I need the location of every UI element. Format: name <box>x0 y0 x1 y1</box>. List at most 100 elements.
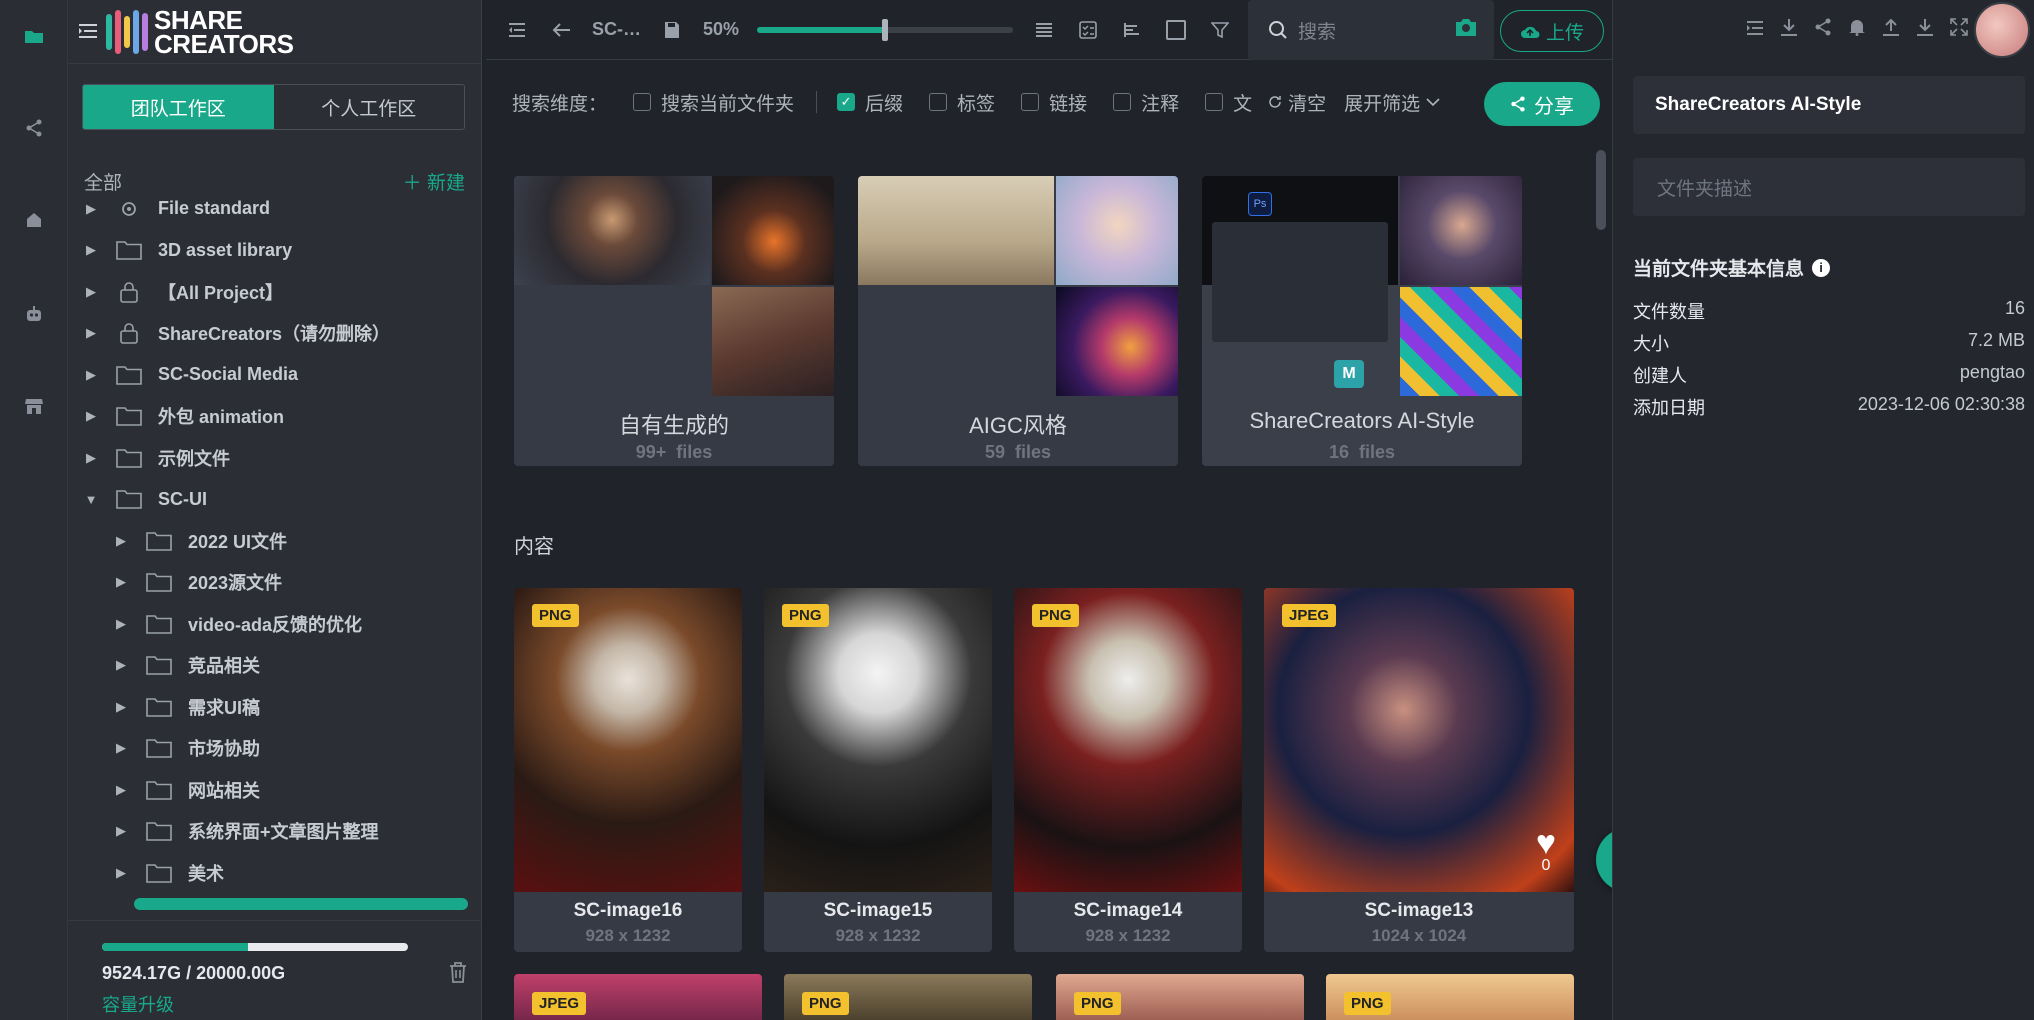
checkbox-icon[interactable] <box>1113 93 1132 111</box>
logo[interactable]: SHARE CREATORS <box>106 7 294 57</box>
store-icon[interactable] <box>16 388 52 424</box>
content-scrollbar[interactable] <box>1596 150 1606 230</box>
caret-right-icon[interactable]: ▶ <box>84 201 98 217</box>
robot-icon[interactable] <box>16 296 52 332</box>
tree-item[interactable]: ▶ 美术 <box>68 852 482 890</box>
tree-item[interactable]: ▶ 系统界面+文章图片整理 <box>68 811 482 853</box>
image-card[interactable]: PNG SC-image14 928 x 1232 <box>1014 588 1242 952</box>
checkbox-icon[interactable] <box>1205 93 1224 111</box>
tree-item[interactable]: ▶ 示例文件 <box>68 437 482 479</box>
tab-personal-workspace[interactable]: 个人工作区 <box>274 85 465 129</box>
camera-search-icon[interactable] <box>1454 17 1478 43</box>
new-folder-button[interactable]: ＋ 新建 <box>403 168 465 195</box>
caret-right-icon[interactable]: ▶ <box>114 657 128 673</box>
filter-checkbox[interactable]: 文 <box>1205 89 1252 116</box>
tree-item[interactable]: ▶ 3D asset library <box>68 230 482 272</box>
image-card[interactable]: JPEG ♥ 0 SC-image13 1024 x 1024 <box>1264 588 1574 952</box>
clear-filter-button[interactable]: 清空 <box>1268 89 1326 116</box>
fullscreen-icon[interactable] <box>1950 18 1968 42</box>
caret-right-icon[interactable]: ▶ <box>114 865 128 881</box>
frame-icon[interactable] <box>1163 19 1189 40</box>
folder-title[interactable]: ShareCreators AI-Style <box>1633 76 2025 134</box>
tab-team-workspace[interactable]: 团队工作区 <box>83 85 274 129</box>
tree-item[interactable]: ▶ ShareCreators（请勿删除） <box>68 313 482 355</box>
bell-icon[interactable] <box>1848 18 1866 42</box>
tree-item[interactable]: ▶ video-ada反馈的优化 <box>68 603 482 645</box>
upgrade-link[interactable]: 容量升级 <box>102 991 174 1017</box>
caret-right-icon[interactable]: ▶ <box>84 325 98 341</box>
align-icon[interactable] <box>1119 22 1145 38</box>
caret-right-icon[interactable]: ▶ <box>114 699 128 715</box>
image-card[interactable]: PNG SC-image16 928 x 1232 <box>514 588 742 952</box>
image-card[interactable]: PNG <box>1056 974 1304 1020</box>
back-arrow-icon[interactable] <box>548 22 574 38</box>
filter-checkbox[interactable]: 标签 <box>929 89 995 116</box>
caret-right-icon[interactable]: ▶ <box>84 367 98 383</box>
zoom-slider-handle[interactable] <box>882 18 889 41</box>
tree-item[interactable]: ▶ 市场协助 <box>68 728 482 770</box>
caret-right-icon[interactable]: ▶ <box>84 450 98 466</box>
tree-item[interactable]: ▶ 外包 animation <box>68 396 482 438</box>
expand-filter-button[interactable]: 展开筛选 <box>1344 89 1440 116</box>
upload-button[interactable]: 上传 <box>1500 10 1604 52</box>
trash-icon[interactable] <box>448 961 468 989</box>
caret-down-icon[interactable]: ▼ <box>84 492 98 507</box>
caret-right-icon[interactable]: ▶ <box>114 740 128 756</box>
caret-right-icon[interactable]: ▶ <box>114 533 128 549</box>
caret-right-icon[interactable]: ▶ <box>114 574 128 590</box>
tree-item[interactable]: ▶ File standard <box>68 200 482 230</box>
filter-icon[interactable] <box>1207 21 1233 39</box>
caret-right-icon[interactable]: ▶ <box>114 823 128 839</box>
breadcrumb[interactable]: SC-… <box>592 19 641 40</box>
tree-scrollbar[interactable] <box>134 898 468 910</box>
share-button[interactable]: 分享 <box>1484 82 1600 126</box>
filter-checkbox[interactable]: 链接 <box>1021 89 1087 116</box>
tree-item[interactable]: ▼ SC-UI <box>68 479 482 521</box>
share-icon[interactable] <box>16 110 52 146</box>
share-icon[interactable] <box>1814 18 1832 42</box>
tree-item[interactable]: ▶ 【All Project】 <box>68 271 482 313</box>
save-icon[interactable] <box>659 21 685 39</box>
caret-right-icon[interactable]: ▶ <box>84 284 98 300</box>
checkbox-icon[interactable] <box>1021 93 1040 111</box>
image-card[interactable]: JPEG <box>514 974 762 1020</box>
filter-checkbox[interactable]: 注释 <box>1113 89 1179 116</box>
caret-right-icon[interactable]: ▶ <box>84 242 98 258</box>
caret-right-icon[interactable]: ▶ <box>84 408 98 424</box>
folder-card[interactable]: AIGC风格 59 files <box>858 176 1178 466</box>
tree-item[interactable]: ▶ 2022 UI文件 <box>68 520 482 562</box>
checkbox-icon[interactable] <box>633 93 652 111</box>
collapse-panel-icon[interactable] <box>1746 19 1764 42</box>
download-icon[interactable] <box>1780 18 1798 42</box>
info-icon[interactable]: i <box>1812 258 1831 277</box>
export-icon[interactable] <box>1916 18 1934 42</box>
collapse-icon[interactable] <box>504 22 530 38</box>
home-icon[interactable] <box>16 202 52 238</box>
like-button[interactable]: ♥ 0 <box>1536 824 1556 875</box>
caret-right-icon[interactable]: ▶ <box>114 782 128 798</box>
menu-toggle-icon[interactable] <box>78 19 106 45</box>
image-card[interactable]: PNG SC-image15 928 x 1232 <box>764 588 992 952</box>
image-card[interactable]: PNG <box>1326 974 1574 1020</box>
user-avatar[interactable] <box>1974 2 2030 58</box>
search-box[interactable]: 搜索 <box>1248 0 1494 60</box>
folder-description-input[interactable]: 文件夹描述 <box>1633 158 2025 216</box>
search-input[interactable]: 搜索 <box>1298 17 1336 44</box>
zoom-slider[interactable] <box>757 18 1014 41</box>
tree-item[interactable]: ▶ SC-Social Media <box>68 354 482 396</box>
checklist-icon[interactable] <box>1075 20 1101 39</box>
folder-card[interactable]: 自有生成的 99+ files <box>514 176 834 466</box>
folder-card-selected[interactable]: Ps M ShareCreators AI-Style 16 files <box>1202 176 1522 466</box>
filter-checkbox[interactable]: ✓ 后缀 <box>837 89 903 116</box>
filter-checkbox[interactable]: 搜索当前文件夹 <box>633 89 794 116</box>
tree-item[interactable]: ▶ 竞品相关 <box>68 645 482 687</box>
upload-icon[interactable] <box>1882 18 1900 42</box>
caret-right-icon[interactable]: ▶ <box>114 616 128 632</box>
image-card[interactable]: PNG <box>784 974 1032 1020</box>
tree-item[interactable]: ▶ 网站相关 <box>68 769 482 811</box>
checkbox-checked-icon[interactable]: ✓ <box>837 93 856 111</box>
folder-icon[interactable] <box>16 18 52 54</box>
list-view-icon[interactable] <box>1031 22 1057 38</box>
tree-item[interactable]: ▶ 需求UI稿 <box>68 686 482 728</box>
checkbox-icon[interactable] <box>929 93 948 111</box>
